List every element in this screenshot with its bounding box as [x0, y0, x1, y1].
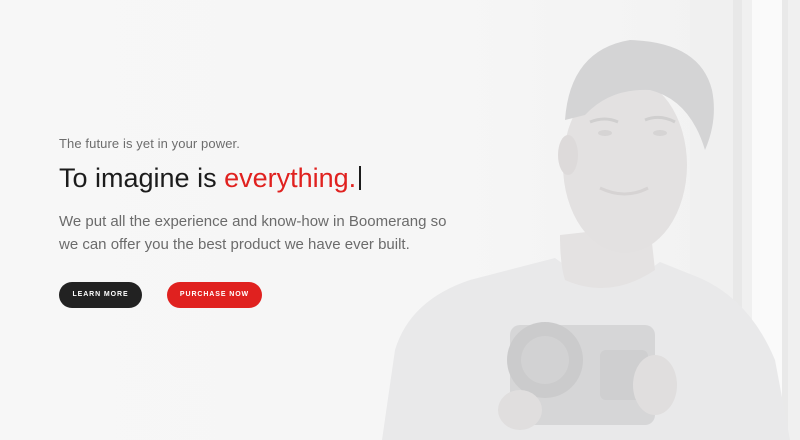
purchase-now-button[interactable]: PURCHASE NOW	[167, 282, 262, 308]
learn-more-button[interactable]: LEARN MORE	[59, 282, 142, 308]
hero-section: The future is yet in your power. To imag…	[0, 0, 800, 440]
hero-buttons: LEARN MORE PURCHASE NOW	[59, 282, 359, 308]
hero-tagline: The future is yet in your power.	[59, 136, 240, 151]
hero-description: We put all the experience and know-how i…	[59, 213, 447, 253]
hero-content: The future is yet in your power. To imag…	[59, 136, 479, 256]
typing-cursor	[359, 166, 362, 190]
hero-headline-prefix: To imagine is	[59, 163, 225, 193]
hero-headline: To imagine is everything.	[59, 161, 479, 195]
hero-headline-accent: everything.	[224, 163, 357, 193]
